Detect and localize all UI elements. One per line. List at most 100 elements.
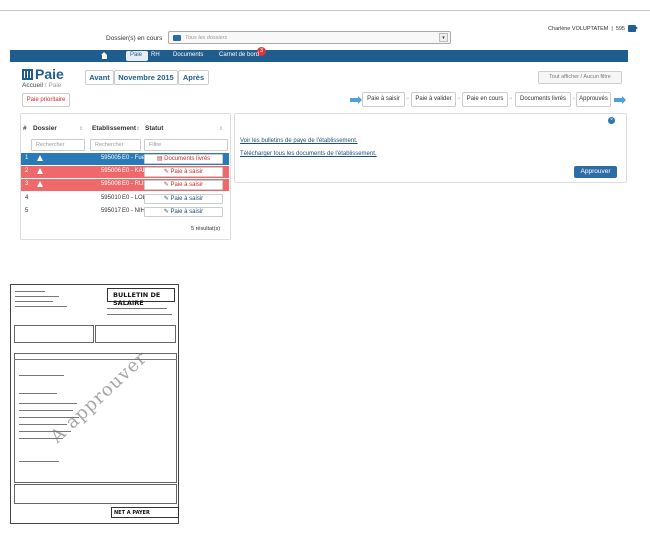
table-row[interactable]: 3 595008 E0 - RUPILIO ✎ Paie à saisir	[21, 179, 229, 191]
payslip-info-box	[14, 325, 94, 343]
workflow-separator: »	[572, 96, 576, 102]
sort-icon[interactable]: ⇕	[219, 126, 223, 132]
payslip-text-line	[15, 306, 67, 307]
dossier-select[interactable]: Tous les dossiers ▾	[168, 31, 451, 44]
breadcrumb: Accueil / Paie	[22, 82, 61, 89]
payslip-text-line	[19, 410, 73, 411]
payslip-text-line	[15, 301, 53, 302]
sort-icon[interactable]: ⇕	[79, 126, 83, 132]
payslip-text-line	[19, 393, 57, 394]
row-number: 5	[25, 208, 29, 214]
chevron-down-icon[interactable]: ▾	[439, 33, 448, 42]
status-label: Paie à saisir	[170, 196, 204, 202]
payslip-main-table	[14, 353, 177, 483]
details-panel	[234, 113, 627, 183]
payslip-table-header-line	[14, 359, 177, 360]
user-name: Charlène VOLUPTATEM	[548, 25, 609, 32]
tab-documents[interactable]: Documents	[173, 52, 203, 58]
payslip-header: BULLETIN DE SALAIRE	[107, 288, 175, 307]
breadcrumb-current: Paie	[48, 82, 62, 89]
status-badge[interactable]: ▤ Documents livrés	[144, 154, 223, 164]
column-header-statut[interactable]: Statut	[145, 125, 163, 132]
status-label: Paie à saisir	[170, 182, 204, 188]
home-icon[interactable]	[101, 52, 108, 59]
workflow-start-arrow	[350, 96, 362, 104]
status-badge[interactable]: ✎ Paie à saisir	[144, 180, 223, 190]
tab-carnet-de-bord[interactable]: Carnet de bord	[219, 52, 259, 58]
payslip-text-line	[107, 308, 167, 309]
approve-button[interactable]: Approuver	[574, 166, 617, 178]
tab-rh[interactable]: RH	[151, 52, 160, 58]
dossier-label: Dossier(s) en cours	[106, 35, 163, 42]
view-bulletins-link[interactable]: Voir les bulletins de paye de l'établiss…	[240, 138, 358, 144]
dossier-search-input[interactable]: Rechercher	[31, 139, 85, 151]
priority-pay-button[interactable]: Paie prioritaire	[22, 93, 70, 107]
workflow-separator: »	[457, 96, 461, 102]
row-number: 4	[25, 195, 29, 201]
paie-page-icon	[22, 69, 33, 80]
tab-paie[interactable]: Paie 3	[126, 47, 266, 61]
payslip-text-line	[107, 314, 172, 315]
row-dossier: 595005	[100, 155, 121, 161]
user-area: Charlène VOLUPTATEM | 595	[548, 25, 638, 32]
payslip-text-line	[19, 403, 77, 404]
row-dossier: 595008	[100, 181, 121, 187]
payslip-text-line	[19, 461, 59, 462]
table-row[interactable]: 4 595010 E0 - LOLLIANUS ✎ Paie à saisir	[21, 193, 229, 205]
payslip-text-line	[15, 291, 45, 292]
breadcrumb-home[interactable]: Accueil	[22, 82, 43, 89]
column-header-dossier[interactable]: Dossier	[33, 125, 57, 132]
top-divider	[0, 10, 650, 11]
workflow-approuves[interactable]: Approuvés	[576, 92, 611, 107]
status-label: Paie à saisir	[170, 169, 204, 175]
page-title: Paie	[35, 66, 64, 82]
dossier-select-value: Tous les dossiers	[185, 34, 228, 41]
row-dossier: 595010	[100, 195, 121, 201]
table-row[interactable]: 2 595006 E0 - KALENDI ✎ Paie à saisir	[21, 166, 229, 178]
payslip-summary-box	[14, 484, 177, 504]
payslip-info-box	[95, 325, 176, 343]
row-number: 3	[25, 181, 29, 187]
workflow-paie-a-saisir[interactable]: Paie à saisir	[362, 92, 405, 107]
main-navbar: Paie 3 RH Documents Carnet de bord	[10, 47, 628, 62]
period-prev-button[interactable]: Avant	[85, 70, 114, 85]
status-label: Documents livrés	[164, 156, 211, 162]
workflow-separator: »	[406, 96, 410, 102]
payslip-text-line	[19, 375, 64, 376]
payslip-preview[interactable]: BULLETIN DE SALAIRE A approuver NET A PA…	[10, 284, 179, 524]
user-code-separator: |	[611, 25, 613, 32]
net-pay-label: NET A PAYER	[114, 510, 150, 516]
statut-filter-input[interactable]: Filtre	[144, 139, 228, 151]
workflow-end-arrow	[614, 96, 626, 104]
column-header-etablissement[interactable]: Etablissement	[92, 125, 136, 132]
row-dossier: 595017	[100, 208, 121, 214]
logout-icon[interactable]	[628, 25, 638, 32]
column-header-number: #	[23, 125, 27, 132]
tab-paie-label: Paie	[130, 52, 143, 58]
status-badge[interactable]: ✎ Paie à saisir	[144, 194, 223, 204]
breadcrumb-separator: /	[44, 82, 47, 89]
table-row[interactable]: 5 595017 E0 - NIHIL ✎ Paie à saisir	[21, 206, 229, 218]
etablissement-search-input[interactable]: Rechercher	[90, 139, 141, 151]
payslip-title: BULLETIN DE SALAIRE	[113, 291, 161, 307]
row-number: 2	[25, 168, 29, 174]
row-number: 1	[25, 155, 29, 161]
status-label: Paie à saisir	[170, 209, 204, 215]
table-row[interactable]: 1 595005 E0 - Fuerit ▤ Documents livrés	[21, 153, 229, 165]
workflow-paie-a-valider[interactable]: Paie à valider	[411, 92, 456, 107]
status-badge[interactable]: ✎ Paie à saisir	[144, 167, 223, 177]
user-code: 595	[615, 25, 625, 32]
warning-icon	[37, 168, 44, 175]
results-count: 5 résultat(s)	[191, 226, 221, 232]
warning-icon	[37, 181, 44, 188]
workflow-paie-en-cours[interactable]: Paie en cours	[462, 92, 508, 107]
download-documents-link[interactable]: Télécharger tous les documents de l'étab…	[240, 151, 377, 157]
close-icon[interactable]: ×	[608, 117, 615, 124]
sort-icon[interactable]: ⇕	[136, 126, 140, 132]
warning-icon	[37, 155, 44, 162]
status-badge[interactable]: ✎ Paie à saisir	[144, 207, 223, 217]
show-all-button[interactable]: Tout afficher / Aucun filtre	[538, 71, 622, 84]
workflow-documents-livres[interactable]: Documents livrés	[515, 92, 571, 107]
period-label[interactable]: Novembre 2015	[114, 70, 178, 85]
period-next-button[interactable]: Après	[178, 70, 209, 85]
